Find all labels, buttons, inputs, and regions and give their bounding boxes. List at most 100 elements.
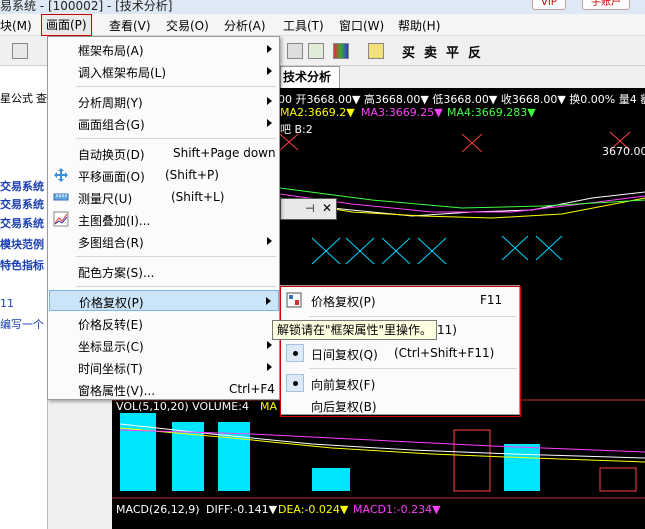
- macd1-label: MACD1:-0.234▼: [353, 503, 441, 516]
- submenu-item-price-adjust[interactable]: 价格复权(P) F11: [282, 290, 519, 311]
- menu-item-shortcut: (Shift+L): [171, 190, 225, 204]
- menu-screen[interactable]: 画面(P): [41, 14, 92, 36]
- macd-label: MACD(26,12,9): [116, 503, 200, 516]
- screen-menu: 框架布局(A) 调入框架布局(L) 分析周期(Y) 画面组合(G) 自动换页(D…: [47, 36, 280, 400]
- menu-item-label: 价格反转(E): [78, 318, 143, 332]
- search-header[interactable]: 查: [36, 90, 47, 106]
- tab-technical-analysis[interactable]: 技术分析: [280, 66, 340, 88]
- pencil-icon[interactable]: [368, 43, 384, 59]
- submenu-item-shortcut: F11: [480, 293, 503, 307]
- buy-button[interactable]: 买: [402, 42, 415, 61]
- submenu-item-label: 价格复权(P): [311, 295, 376, 309]
- menu-help[interactable]: 帮助(H): [398, 17, 440, 34]
- menu-analysis[interactable]: 分析(A): [224, 17, 266, 34]
- color-grid-icon[interactable]: [333, 43, 349, 59]
- menu-item-label: 自动换页(D): [78, 148, 145, 162]
- account-button[interactable]: 手账户: [582, 0, 630, 10]
- menu-item-screen-combo[interactable]: 画面组合(G): [49, 113, 279, 134]
- formula-header[interactable]: 星公式: [0, 90, 33, 106]
- menu-item-ruler[interactable]: 测量尺(U) (Shift+L): [49, 187, 279, 208]
- ma3-label: MA3:3669.25▼: [361, 106, 443, 119]
- menu-item-pan-screen[interactable]: 平移画面(O) (Shift+P): [49, 165, 279, 186]
- price-tag: 3670.00: [602, 145, 645, 158]
- menu-item-pane-properties[interactable]: 窗格属性(V)... Ctrl+F4: [49, 379, 279, 400]
- menu-item-label: 测量尺(U): [78, 192, 133, 206]
- left-panel: 星公式 查 交易系统 交易系统 交易系统 模块范例 特色指标 11 编写一个: [0, 66, 48, 529]
- menu-separator: [309, 368, 517, 369]
- menu-bar: 块(M) 画面(P) 查看(V) 交易(O) 分析(A) 工具(T) 窗口(W)…: [0, 14, 645, 36]
- submenu-item-label: 向前复权(F): [311, 378, 376, 392]
- submenu-arrow-icon: [267, 237, 272, 245]
- ma4-label: MA4:3669.283▼: [447, 106, 536, 119]
- dea-label: DEA:-0.024▼: [278, 503, 349, 516]
- submenu-item-shortcut: (Ctrl+Shift+F11): [394, 346, 495, 360]
- menu-item-label: 调入框架布局(L): [78, 66, 167, 80]
- list-item[interactable]: 交易系统: [0, 215, 44, 231]
- menu-item-multi-chart[interactable]: 多图组合(R): [49, 231, 279, 252]
- list-item[interactable]: 交易系统: [0, 178, 44, 194]
- chart-info-line: 00 开3668.00▼ 高3668.00▼ 低3668.00▼ 收3668.0…: [278, 93, 645, 106]
- diff-label: DIFF:-0.141▼: [206, 503, 278, 516]
- menu-item-time-axis[interactable]: 时间坐标(T): [49, 357, 279, 378]
- submenu-arrow-icon: [267, 119, 272, 127]
- submenu-arrow-icon: [266, 297, 271, 305]
- menu-window[interactable]: 窗口(W): [339, 17, 384, 34]
- volume-ma-label: MA: [260, 400, 278, 413]
- menu-item-label: 画面组合(G): [78, 118, 145, 132]
- menu-item-price-invert[interactable]: 价格反转(E): [49, 313, 279, 334]
- eraser-icon[interactable]: [287, 43, 303, 59]
- chart-tool-icon[interactable]: [308, 43, 324, 59]
- menu-item-label: 主图叠加(I)...: [78, 214, 151, 228]
- unlock-tooltip: 解锁请在"框架属性"里操作。: [272, 320, 438, 340]
- menu-separator: [309, 316, 517, 317]
- menu-item-label: 坐标显示(C): [78, 340, 144, 354]
- volume-label: VOL(5,10,20) VOLUME:4: [116, 400, 249, 413]
- submenu-arrow-icon: [267, 97, 272, 105]
- move-icon: [54, 168, 68, 182]
- submenu-item-intraday-adjust[interactable]: 日间复权(Q) (Ctrl+Shift+F11): [282, 343, 519, 364]
- menu-item-auto-page[interactable]: 自动换页(D) Shift+Page down: [49, 143, 279, 164]
- menu-separator: [76, 86, 276, 87]
- price-adjust-submenu: 价格复权(P) F11 ift+F11) 日间复权(Q) (Ctrl+Shift…: [280, 285, 520, 415]
- list-item[interactable]: 特色指标: [0, 257, 44, 273]
- menu-item-color-scheme[interactable]: 配色方案(S)...: [49, 261, 279, 282]
- menu-separator: [76, 286, 276, 287]
- menu-item-label: 平移画面(O): [78, 170, 145, 184]
- menu-item-label: 分析周期(Y): [78, 96, 143, 110]
- close-icon[interactable]: ✕: [322, 201, 332, 215]
- menu-item-period[interactable]: 分析周期(Y): [49, 91, 279, 112]
- list-item[interactable]: 交易系统: [0, 196, 44, 212]
- submenu-item-backward-adjust[interactable]: 向后复权(B): [282, 395, 519, 416]
- menu-item-frame-layout[interactable]: 框架布局(A): [49, 39, 279, 60]
- menu-item-label: 时间坐标(T): [78, 362, 143, 376]
- menu-tools[interactable]: 工具(T): [283, 17, 324, 34]
- list-note[interactable]: 编写一个: [0, 316, 44, 332]
- radio-dot-icon: [286, 374, 304, 392]
- menu-item-coordinate-display[interactable]: 坐标显示(C): [49, 335, 279, 356]
- menu-item-shortcut: Shift+Page down: [173, 146, 276, 160]
- radio-dot-icon: [286, 344, 304, 362]
- menu-item-overlay[interactable]: 主图叠加(I)...: [49, 209, 279, 230]
- flat-button[interactable]: 平: [446, 42, 459, 61]
- vip-button[interactable]: VIP: [532, 0, 566, 10]
- title-bar: 易系统 - [100002] - [技术分析] VIP 手账户: [0, 0, 645, 14]
- reverse-button[interactable]: 反: [468, 42, 481, 61]
- menu-module[interactable]: 块(M): [0, 17, 32, 34]
- floating-toolpanel[interactable]: ⊣ ✕: [280, 198, 337, 220]
- list-item[interactable]: 模块范例: [0, 236, 44, 252]
- menu-view[interactable]: 查看(V): [109, 17, 151, 34]
- menu-item-label: 多图组合(R): [78, 236, 144, 250]
- menu-item-load-frame-layout[interactable]: 调入框架布局(L): [49, 61, 279, 82]
- menu-item-price-adjust[interactable]: 价格复权(P): [49, 290, 279, 311]
- submenu-arrow-icon: [267, 363, 272, 371]
- submenu-item-forward-adjust[interactable]: 向前复权(F): [282, 373, 519, 394]
- menu-trade[interactable]: 交易(O): [166, 17, 209, 34]
- menu-item-shortcut: (Shift+P): [165, 168, 219, 182]
- submenu-item-label: 日间复权(Q): [311, 348, 378, 362]
- layout-icon[interactable]: [12, 43, 28, 59]
- menu-item-label: 价格复权(P): [79, 296, 144, 310]
- menu-item-label: 配色方案(S)...: [78, 266, 155, 280]
- menu-item-label: 框架布局(A): [78, 44, 144, 58]
- pin-icon[interactable]: ⊣: [305, 202, 315, 215]
- sell-button[interactable]: 卖: [424, 42, 437, 61]
